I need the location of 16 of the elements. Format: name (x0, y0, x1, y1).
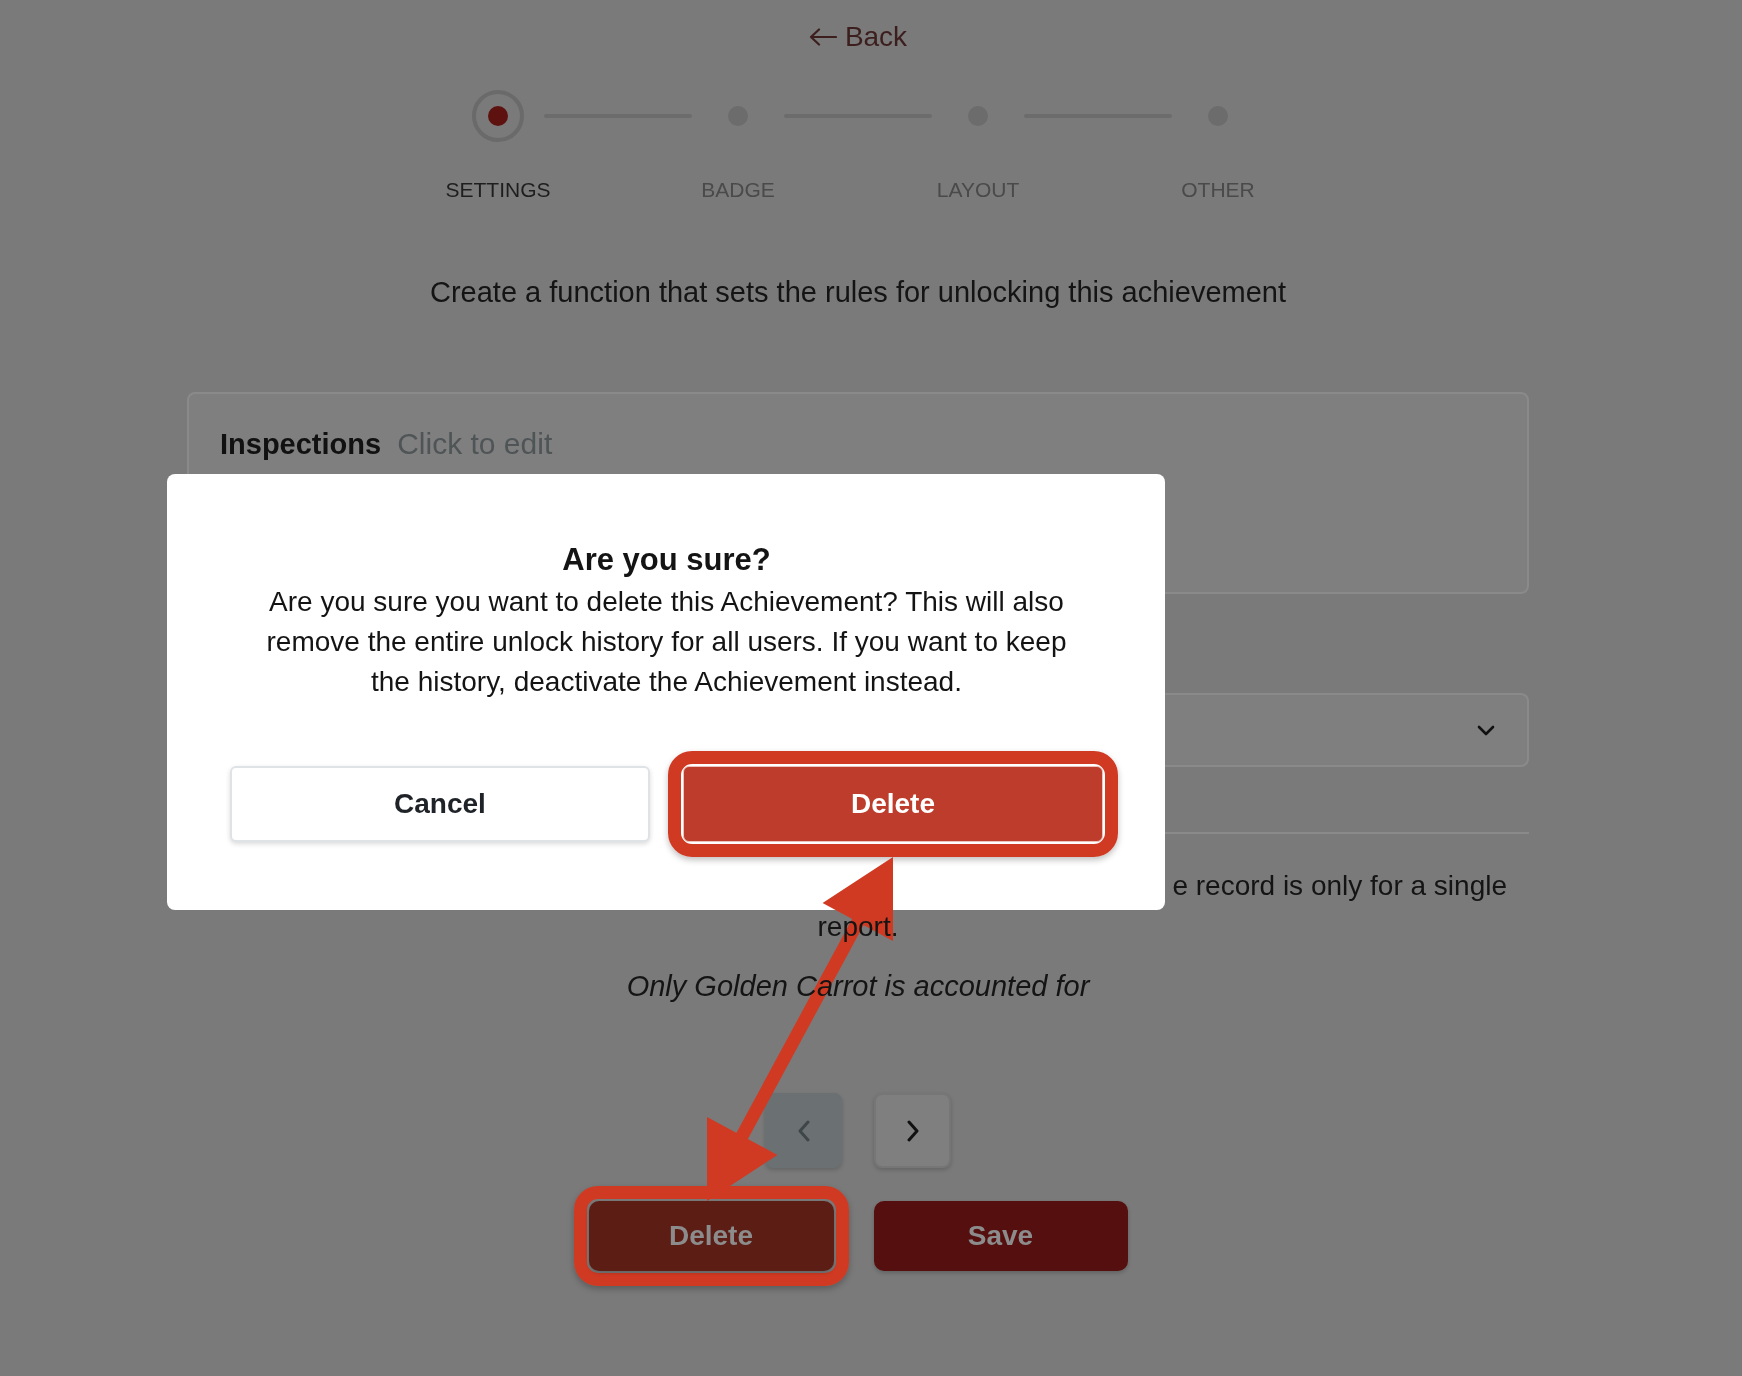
card-title: Inspections (220, 427, 382, 461)
instruction-text: Create a function that sets the rules for unlocking this achievement (430, 275, 1286, 309)
delete-button[interactable]: Delete (588, 1201, 834, 1271)
left-arrow-icon (808, 27, 837, 46)
step-label: SETTINGS (445, 177, 551, 203)
note-text: e record is only for a single (1172, 869, 1507, 903)
next-button[interactable] (874, 1093, 951, 1168)
back-link[interactable]: Back (808, 20, 908, 53)
chevron-right-icon (906, 1119, 919, 1142)
dialog-message: Are you sure you want to delete this Achievement? This will also remove the entire unlock history for all users. If you want to keep the history, deactivate the Achievement instead. (265, 585, 1068, 699)
chevron-left-icon (797, 1119, 810, 1142)
cancel-button[interactable]: Cancel (230, 766, 650, 842)
save-button[interactable]: Save (873, 1201, 1128, 1271)
delete-button[interactable]: Delete (683, 766, 1103, 842)
note-text: report. (817, 910, 899, 944)
dialog-title: Are you sure? (562, 541, 771, 579)
